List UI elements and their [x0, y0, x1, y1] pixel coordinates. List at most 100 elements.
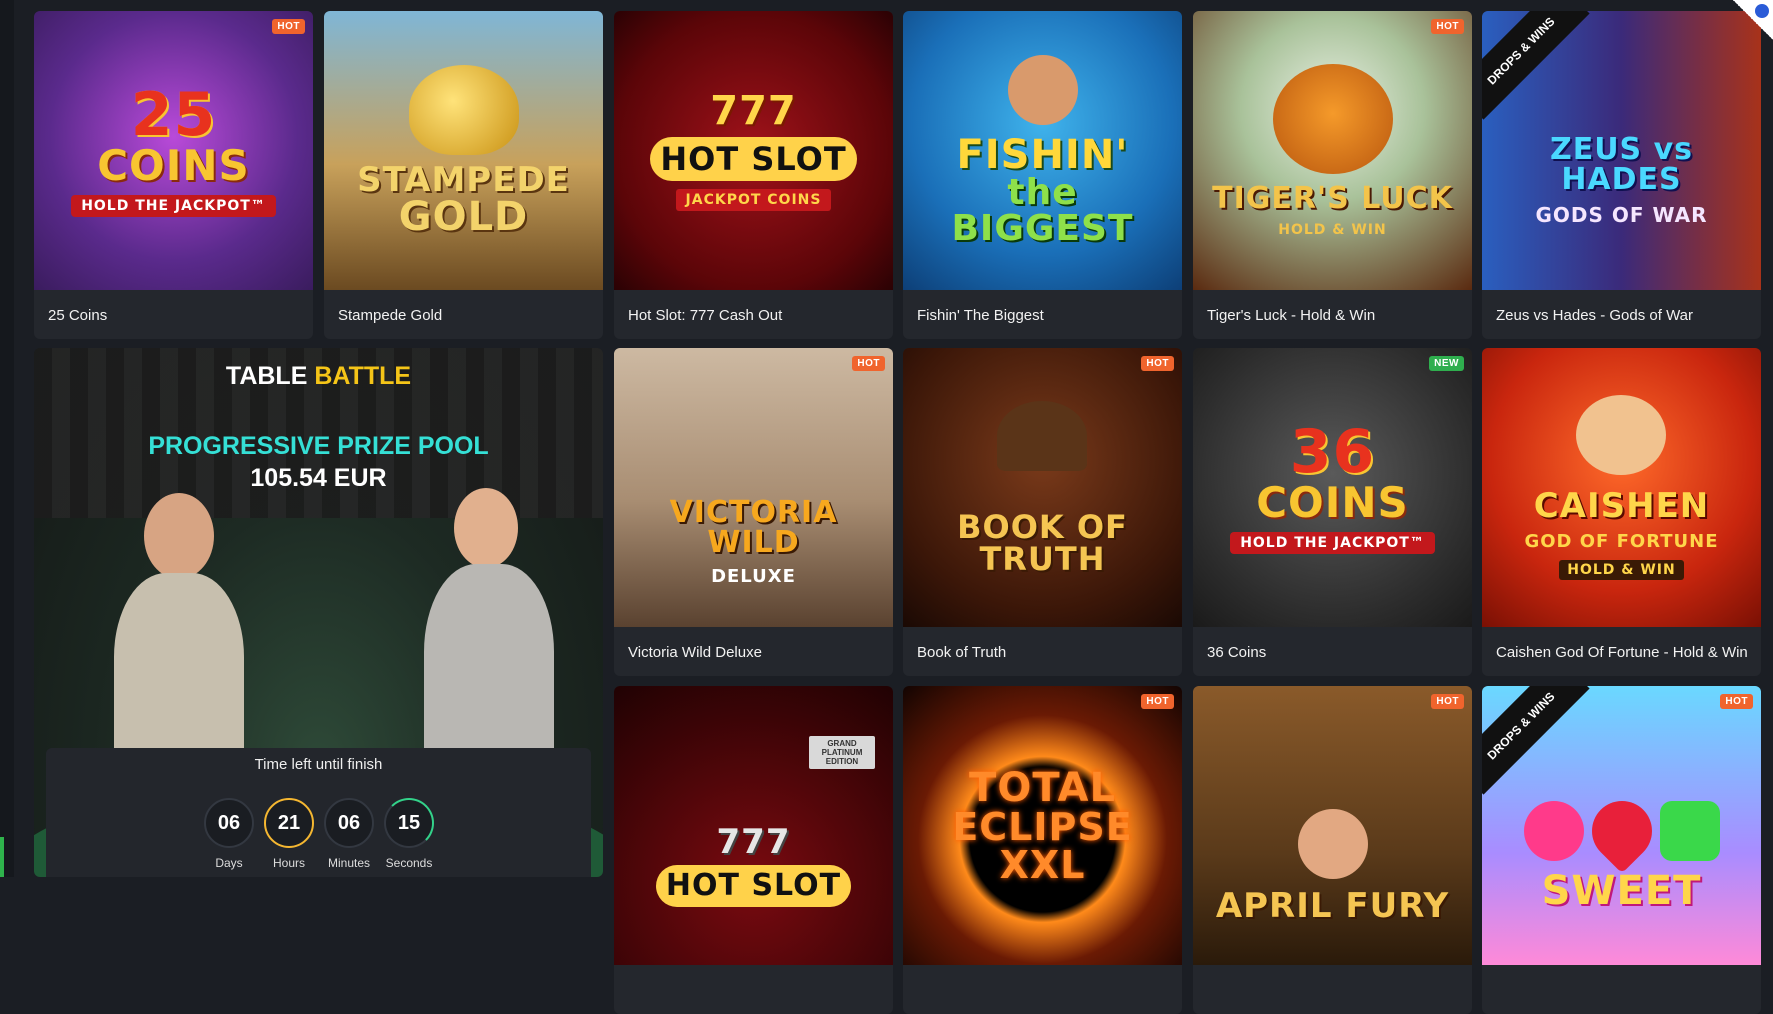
art-text: TIGER'S LUCK — [1212, 180, 1453, 216]
countdown-panel: Time left until finish 06 Days 21 Hours … — [46, 748, 591, 877]
fisherman-icon — [1007, 54, 1078, 125]
game-thumbnail: APRIL FURY — [1193, 686, 1472, 965]
game-thumbnail: 777 HOT SLOT JACKPOT COINS — [614, 11, 893, 290]
art-text: DELUXE — [711, 566, 796, 587]
countdown-units: 06 Days 21 Hours 06 Minutes 15 Seconds — [204, 798, 434, 870]
art-text: TRUTH — [979, 539, 1106, 578]
game-thumbnail: CAISHEN GOD OF FORTUNE HOLD & WIN — [1482, 348, 1761, 627]
art-text: COINS — [97, 140, 250, 190]
game-title: Caishen God Of Fortune - Hold & Win — [1496, 644, 1748, 661]
art-text: APRIL FURY — [1215, 885, 1450, 926]
art-text: CAISHEN — [1533, 486, 1710, 526]
game-card-sweet[interactable]: SWEET DROPS & WINS HOT — [1482, 686, 1761, 1014]
explorer-icon — [1297, 808, 1368, 879]
art-text: BOOK OF — [957, 507, 1128, 546]
game-card-april-fury[interactable]: APRIL FURY HOT — [1193, 686, 1472, 1014]
art-text: GOLD — [398, 193, 529, 240]
candy-icon — [1523, 800, 1584, 861]
game-title: Fishin' The Biggest — [917, 307, 1044, 324]
countdown-unit-label: Days — [215, 856, 243, 870]
countdown-label: Time left until finish — [254, 756, 383, 773]
game-thumbnail: BOOK OF TRUTH — [903, 348, 1182, 627]
game-title: Victoria Wild Deluxe — [628, 644, 762, 661]
promo-title: TABLE BATTLE — [34, 362, 603, 391]
art-text: HOLD & WIN — [1559, 560, 1684, 580]
countdown-ring: 15 — [384, 798, 434, 848]
new-badge: NEW — [1429, 356, 1464, 371]
table-battle-promo[interactable]: TABLE BATTLE PROGRESSIVE PRIZE POOL 105.… — [34, 348, 603, 877]
art-text: GOD OF FORTUNE — [1524, 531, 1719, 552]
art-text: STAMPEDE — [357, 159, 570, 200]
game-thumbnail: TOTAL ECLIPSE XXL — [903, 686, 1182, 965]
promo-title-part2: BATTLE — [314, 362, 412, 390]
game-card-stampede-gold[interactable]: STAMPEDE GOLD Stampede Gold — [324, 11, 603, 339]
countdown-hours: 21 Hours — [264, 798, 314, 870]
art-text: FISHIN' — [956, 131, 1129, 178]
hot-badge: HOT — [1720, 694, 1753, 709]
game-card-25-coins[interactable]: 25 COINS HOLD THE JACKPOT™ HOT 25 Coins — [34, 11, 313, 339]
promo-title-part1: TABLE — [225, 362, 308, 390]
game-card-tigers-luck[interactable]: TIGER'S LUCK HOLD & WIN HOT Tiger's Luck… — [1193, 11, 1472, 339]
game-thumbnail: 777 HOT SLOT — [614, 686, 893, 965]
art-text: ZEUS vs HADES — [1549, 131, 1694, 197]
countdown-ring: 21 — [264, 798, 314, 848]
hot-badge: HOT — [852, 356, 885, 371]
art-text: TOTAL — [969, 764, 1116, 811]
hot-badge: HOT — [1141, 694, 1174, 709]
art-text: 777 — [710, 87, 797, 134]
countdown-unit-label: Hours — [272, 856, 305, 870]
game-thumbnail: VICTORIA WILD DELUXE — [614, 348, 893, 627]
prize-pool-amount: 105.54 EUR — [250, 464, 387, 492]
game-card-zeus-vs-hades[interactable]: ZEUS vs HADES GODS OF WAR DROPS & WINS Z… — [1482, 11, 1761, 339]
art-text: HOT SLOT — [655, 864, 852, 907]
game-card-fishin-the-biggest[interactable]: FISHIN' the BIGGEST Fishin' The Biggest — [903, 11, 1182, 339]
game-card-36-coins[interactable]: 36 COINS HOLD THE JACKPOT™ NEW 36 Coins — [1193, 348, 1472, 676]
art-text: 777 — [716, 821, 791, 862]
countdown-unit-label: Seconds — [385, 856, 433, 870]
art-text: 25 — [130, 79, 217, 150]
art-text: HOT SLOT — [650, 136, 857, 181]
game-title: Hot Slot: 777 Cash Out — [628, 307, 783, 324]
art-text: HOLD & WIN — [1278, 221, 1387, 238]
game-grid: 25 COINS HOLD THE JACKPOT™ HOT 25 Coins … — [0, 0, 1773, 1014]
countdown-unit-label: Minutes — [327, 856, 371, 870]
game-card-total-eclipse-xxl[interactable]: TOTAL ECLIPSE XXL HOT — [903, 686, 1182, 1014]
game-title: 36 Coins — [1207, 644, 1267, 661]
elephant-icon — [408, 64, 519, 155]
game-title: Stampede Gold — [338, 307, 443, 324]
game-title: Book of Truth — [917, 644, 1007, 661]
game-card-caishen[interactable]: CAISHEN GOD OF FORTUNE HOLD & WIN Caishe… — [1482, 348, 1761, 676]
prize-pool-label: PROGRESSIVE PRIZE POOL — [148, 432, 489, 460]
explorer-hat-icon — [997, 400, 1088, 471]
game-card-hot-slot-777[interactable]: 777 HOT SLOT JACKPOT COINS Hot Slot: 777… — [614, 11, 893, 339]
art-text: 36 — [1289, 416, 1376, 487]
hot-badge: HOT — [1431, 19, 1464, 34]
grand-platinum-label: GRAND PLATINUM EDITION — [809, 736, 875, 769]
hot-badge: HOT — [1141, 356, 1174, 371]
game-thumbnail: FISHIN' the BIGGEST — [903, 11, 1182, 290]
caishen-icon — [1576, 395, 1667, 475]
game-title: 25 Coins — [48, 307, 108, 324]
art-text: HOLD THE JACKPOT™ — [71, 194, 276, 217]
game-thumbnail: TIGER'S LUCK HOLD & WIN — [1193, 11, 1472, 290]
countdown-days: 06 Days — [204, 798, 254, 870]
corner-widget-button[interactable] — [1733, 0, 1773, 40]
countdown-ring: 06 — [324, 798, 374, 848]
countdown-minutes: 06 Minutes — [324, 798, 374, 870]
game-title: Zeus vs Hades - Gods of War — [1496, 307, 1694, 324]
art-text: VICTORIA WILD — [669, 495, 838, 560]
tiger-icon — [1272, 63, 1393, 174]
globe-icon — [1755, 4, 1769, 18]
art-text: ECLIPSE XXL — [952, 804, 1133, 887]
game-card-victoria-wild-deluxe[interactable]: VICTORIA WILD DELUXE HOT Victoria Wild D… — [614, 348, 893, 676]
art-text: HOLD THE JACKPOT™ — [1230, 531, 1435, 554]
art-text: the BIGGEST — [951, 171, 1134, 249]
game-thumbnail: 36 COINS HOLD THE JACKPOT™ — [1193, 348, 1472, 627]
game-thumbnail: STAMPEDE GOLD — [324, 11, 603, 290]
hot-badge: HOT — [1431, 694, 1464, 709]
hot-badge: HOT — [272, 19, 305, 34]
game-thumbnail: 25 COINS HOLD THE JACKPOT™ — [34, 11, 313, 290]
heart-candy-icon — [1579, 788, 1664, 873]
game-card-book-of-truth[interactable]: BOOK OF TRUTH HOT Book of Truth — [903, 348, 1182, 676]
game-card-hot-slot-grand-platinum[interactable]: 777 HOT SLOT GRAND PLATINUM EDITION — [614, 686, 893, 1014]
